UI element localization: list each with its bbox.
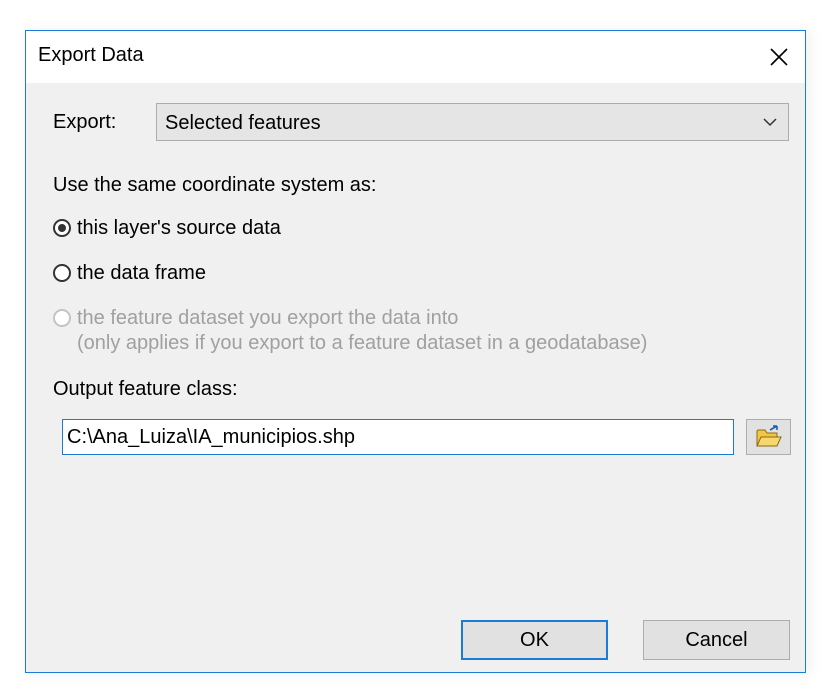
chevron-down-icon xyxy=(763,118,777,127)
radio-layer-source-label: this layer's source data xyxy=(77,217,281,239)
browse-button[interactable] xyxy=(746,419,791,455)
output-path-input[interactable] xyxy=(62,419,734,455)
close-button[interactable] xyxy=(753,31,805,83)
title-bar: Export Data xyxy=(26,31,805,83)
output-feature-class-label: Output feature class: xyxy=(53,378,238,400)
radio-data-frame-label: the data frame xyxy=(77,262,206,284)
radio-button-checked[interactable] xyxy=(53,219,71,237)
radio-button-disabled xyxy=(53,309,71,327)
radio-feature-dataset-label: the feature dataset you export the data … xyxy=(77,307,459,329)
close-icon xyxy=(770,48,788,66)
export-label: Export: xyxy=(53,111,117,133)
dialog-title: Export Data xyxy=(38,44,144,66)
coordinate-system-heading: Use the same coordinate system as: xyxy=(53,174,377,196)
radio-button[interactable] xyxy=(53,264,71,282)
radio-feature-dataset-sublabel: (only applies if you export to a feature… xyxy=(77,332,648,354)
export-dropdown[interactable]: Selected features xyxy=(156,103,789,141)
export-selected-value: Selected features xyxy=(165,112,321,134)
open-folder-icon xyxy=(755,425,782,447)
ok-button[interactable]: OK xyxy=(461,620,608,660)
cancel-button[interactable]: Cancel xyxy=(643,620,790,660)
export-data-dialog: Export Data Export: Selected features Us… xyxy=(25,30,806,673)
